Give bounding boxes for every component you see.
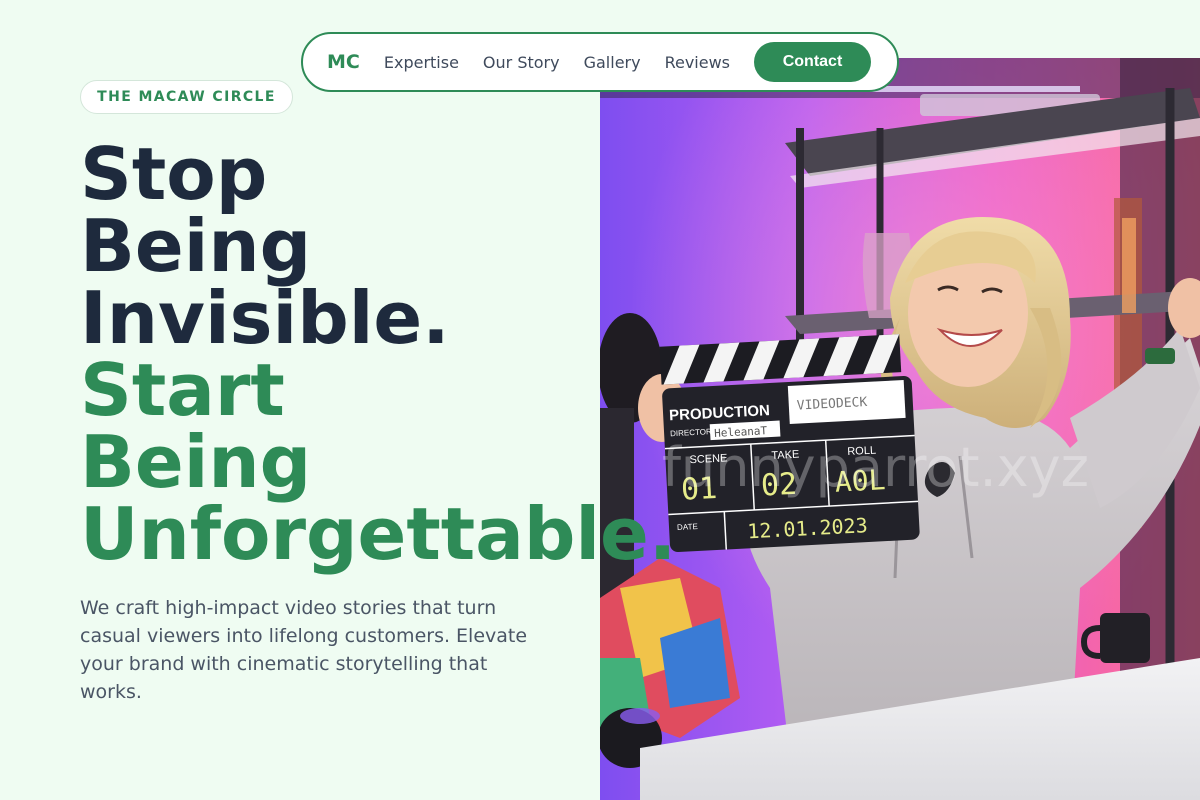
nav-link-gallery[interactable]: Gallery xyxy=(584,53,641,72)
top-nav: MC Expertise Our Story Gallery Reviews C… xyxy=(301,32,899,92)
headline-line-5: Being xyxy=(80,420,312,504)
headline-line-3: Invisible. xyxy=(80,276,450,360)
watermark: funnyparrot.xyz xyxy=(662,436,1089,499)
headline-line-2: Being xyxy=(80,204,312,288)
headline-line-1: Stop xyxy=(80,132,268,216)
headline-line-6: Unforgettable. xyxy=(80,492,677,576)
hero-image: VIDEODECK PRODUCTION DIRECTOR HeleanaT S… xyxy=(600,58,1200,800)
nav-link-our-story[interactable]: Our Story xyxy=(483,53,560,72)
headline-line-4: Start xyxy=(80,348,285,432)
hero-subtext: We craft high-impact video stories that … xyxy=(80,597,528,703)
nav-link-expertise[interactable]: Expertise xyxy=(384,53,459,72)
nav-link-reviews[interactable]: Reviews xyxy=(665,53,730,72)
brand-badge: THE MACAW CIRCLE xyxy=(80,80,293,114)
hero-headline: Stop Being Invisible. Start Being Unforg… xyxy=(80,138,676,570)
contact-button[interactable]: Contact xyxy=(754,42,871,82)
clapper-date-label: DATE xyxy=(677,522,698,532)
logo[interactable]: MC xyxy=(327,51,360,73)
hero-photo: VIDEODECK PRODUCTION DIRECTOR HeleanaT S… xyxy=(600,58,1200,800)
